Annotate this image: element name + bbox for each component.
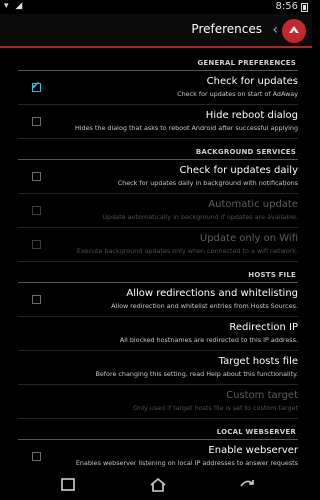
battery-icon [301, 3, 308, 12]
pref-title: Check for updates daily [179, 165, 298, 176]
pref-title: Update only on Wifi [199, 233, 298, 244]
pref-title: Automatic update [208, 199, 298, 210]
pref-enable-webserver[interactable]: Enable webserver Enables webserver liste… [18, 440, 298, 470]
pref-summary: Enables webserver listening on local IP … [75, 459, 298, 467]
category-general: GENERAL PREFERENCES [18, 50, 298, 71]
pref-summary: Update automatically in background if up… [102, 213, 298, 221]
navigation-bar [0, 470, 312, 500]
category-background: BACKGROUND SERVICES [18, 139, 298, 160]
nav-recent-apps-icon[interactable] [58, 476, 78, 494]
checkbox [32, 240, 41, 249]
category-local-webserver: LOCAL WEBSERVER [18, 419, 298, 440]
pref-custom-target: Custom target Only used if target hosts … [18, 385, 298, 419]
pref-title: Check for updates [206, 76, 298, 87]
preferences-list[interactable]: GENERAL PREFERENCES ✔ Check for updates … [0, 50, 312, 470]
pref-title: Enable webserver [208, 445, 298, 456]
pref-summary: Hides the dialog that asks to reboot And… [74, 124, 298, 132]
checkbox[interactable] [32, 172, 41, 181]
pref-update-only-wifi: Update only on Wifi Execute background u… [18, 228, 298, 262]
adaway-logo-icon[interactable] [282, 19, 306, 43]
pref-hide-reboot-dialog[interactable]: Hide reboot dialog Hides the dialog that… [18, 105, 298, 139]
status-icons: ▾ ◢ [4, 1, 25, 11]
pref-title: Target hosts file [218, 356, 298, 367]
pref-check-updates-daily[interactable]: Check for updates daily Check for update… [18, 160, 298, 194]
pref-redirection-ip[interactable]: Redirection IP All blocked hostnames are… [18, 317, 298, 351]
pref-summary: Only used if target hosts file is set to… [133, 404, 298, 412]
action-bar: Preferences ‹ [0, 14, 312, 48]
status-time: 8:56 [275, 1, 298, 12]
category-hosts-file: HOSTS FILE [18, 262, 298, 283]
nav-back-icon[interactable] [237, 476, 257, 494]
pref-title: Redirection IP [229, 322, 298, 333]
status-bar: ▾ ◢ 8:56 [0, 0, 312, 14]
checkbox[interactable] [32, 117, 41, 126]
pref-title: Hide reboot dialog [205, 110, 298, 121]
page-title: Preferences [191, 22, 262, 36]
pref-summary: Check for updates daily in background wi… [117, 179, 298, 187]
checkbox[interactable] [32, 452, 41, 461]
pref-summary: Allow redirection and whitelist entries … [111, 302, 298, 310]
pref-summary: All blocked hostnames are redirected to … [119, 336, 298, 344]
pref-check-updates[interactable]: ✔ Check for updates Check for updates on… [18, 71, 298, 105]
checkbox-checked[interactable]: ✔ [31, 79, 41, 92]
pref-summary: Check for updates on start of AdAway [177, 90, 298, 98]
pref-title: Custom target [226, 390, 298, 401]
pref-allow-redirections[interactable]: Allow redirections and whitelisting Allo… [18, 283, 298, 317]
pref-title: Allow redirections and whitelisting [126, 288, 298, 299]
checkbox [32, 206, 41, 215]
pref-summary: Execute background updates only when con… [76, 247, 298, 255]
nav-home-icon[interactable] [148, 476, 168, 494]
pref-summary: Before changing this setting, read Help … [95, 370, 298, 378]
check-icon: ✔ [31, 79, 41, 92]
checkbox[interactable] [32, 295, 41, 304]
pref-target-hosts-file[interactable]: Target hosts file Before changing this s… [18, 351, 298, 385]
chevron-icon[interactable]: ‹ [272, 22, 278, 38]
pref-automatic-update: Automatic update Update automatically in… [18, 194, 298, 228]
